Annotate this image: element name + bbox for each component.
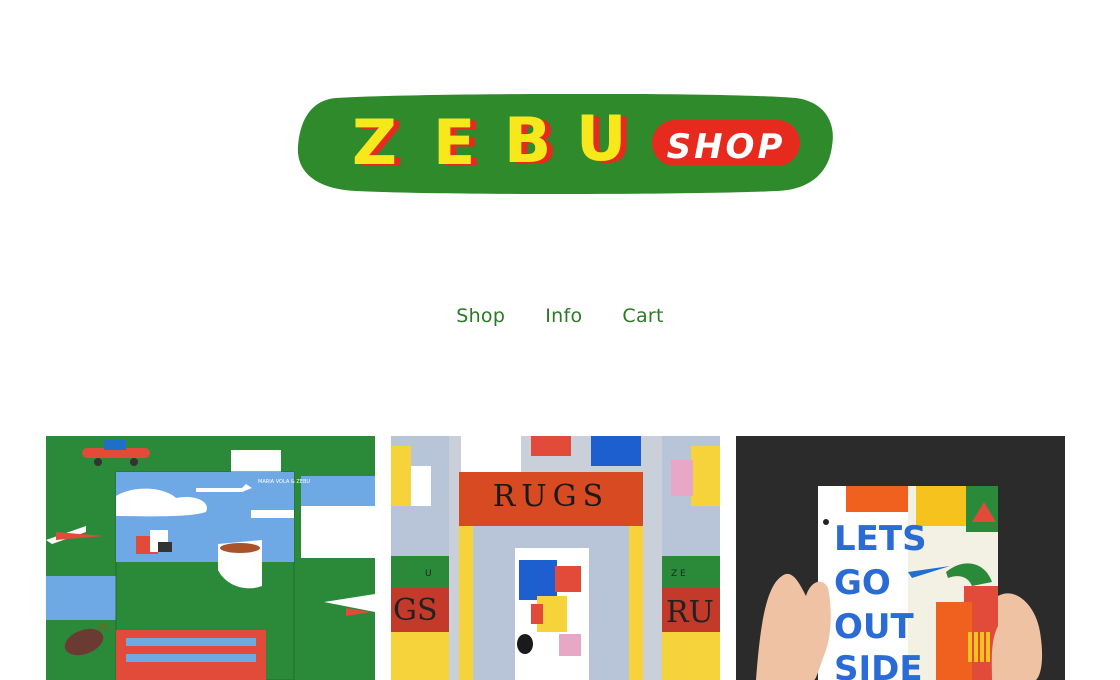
product-image-lets-go-outside-book: LETS GO OUT SIDE: [736, 436, 1065, 680]
product-card-rugs-book[interactable]: U GS Z E RU RUGS: [391, 436, 720, 680]
product-card-poster-book[interactable]: MARIA VOLA & ZEBU: [46, 436, 375, 680]
rugs-side-top-right: Z E: [671, 569, 686, 579]
poster-book-small-title: MARIA VOLA & ZEBU: [258, 479, 310, 485]
nav-shop[interactable]: Shop: [456, 303, 505, 333]
lgo-line-1: LETS: [834, 519, 927, 559]
product-grid: MARIA VOLA & ZEBU U GS Z E RU RUGS LETS …: [46, 436, 1066, 680]
nav-info[interactable]: Info: [545, 303, 582, 333]
lgo-line-2: GO: [834, 563, 891, 603]
logo-letter-e: E: [433, 106, 475, 179]
shop-pill-label: SHOP: [667, 127, 786, 167]
rugs-side-left-text: GS: [393, 593, 438, 628]
rugs-cover-title: RUGS: [493, 479, 609, 514]
logo-letter-b: B: [504, 104, 551, 177]
nav-cart[interactable]: Cart: [622, 303, 663, 333]
site-logo[interactable]: Z Z E E B B U U SHOP: [296, 94, 834, 194]
rugs-side-right-text: RU: [666, 595, 714, 630]
logo-letter-u: U: [576, 102, 626, 175]
rugs-side-top-left: U: [425, 569, 432, 579]
product-card-lets-go-outside-book[interactable]: LETS GO OUT SIDE: [736, 436, 1065, 680]
lgo-line-3: OUT: [834, 607, 915, 647]
product-image-rugs-book: U GS Z E RU RUGS: [391, 436, 720, 680]
product-image-poster-book: MARIA VOLA & ZEBU: [46, 436, 375, 680]
main-nav: Shop Info Cart: [0, 303, 1120, 333]
lgo-line-4: SIDE: [834, 649, 923, 680]
logo-letter-z: Z: [352, 106, 397, 179]
